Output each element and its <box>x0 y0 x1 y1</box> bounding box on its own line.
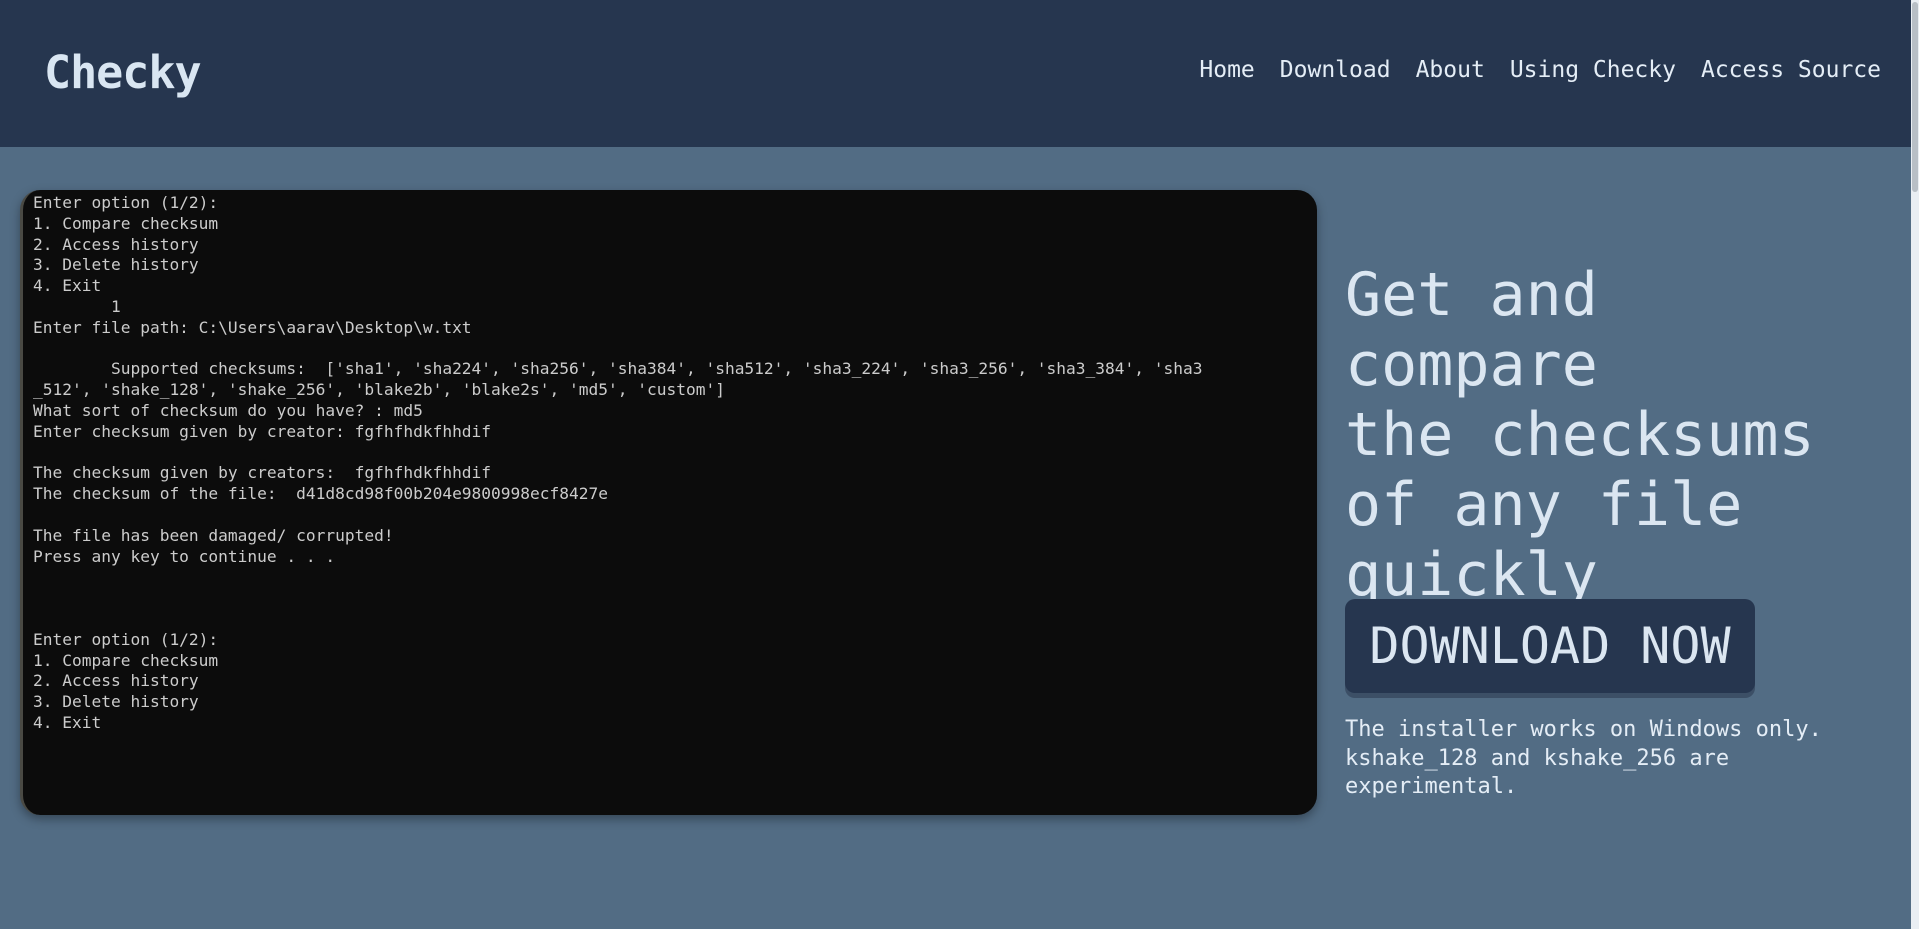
terminal-line: Supported checksums: ['sha1', 'sha224', … <box>33 359 1203 379</box>
terminal-line: The checksum of the file: d41d8cd98f00b2… <box>33 484 608 504</box>
note-line: The installer works on Windows only. <box>1345 717 1822 742</box>
terminal-line: The checksum given by creators: fgfhfhdk… <box>33 463 492 483</box>
terminal-line: 1. Compare checksum <box>33 213 219 233</box>
terminal-line: 3. Delete history <box>33 255 199 275</box>
terminal-line: Enter option (1/2): <box>33 193 219 212</box>
nav-about[interactable]: About <box>1416 57 1485 83</box>
main-nav: Home Download About Using Checky Access … <box>1174 57 1881 83</box>
terminal-line: 2. Access history <box>33 234 199 254</box>
terminal-line: 1. Compare checksum <box>33 650 219 670</box>
terminal-line: 1 <box>33 296 121 316</box>
nav-download[interactable]: Download <box>1280 57 1391 83</box>
nav-access-source[interactable]: Access Source <box>1701 57 1881 83</box>
terminal-line: _512', 'shake_128', 'shake_256', 'blake2… <box>33 380 725 400</box>
page-scrollbar[interactable] <box>1911 0 1919 929</box>
download-now-button[interactable]: DOWNLOAD NOW <box>1345 599 1755 693</box>
terminal-line: 2. Access history <box>33 671 199 691</box>
nav-home[interactable]: Home <box>1199 57 1254 83</box>
terminal-line: What sort of checksum do you have? : md5 <box>33 400 423 420</box>
terminal-line: Enter checksum given by creator: fgfhfhd… <box>33 421 492 441</box>
terminal-line: Press any key to continue . . . <box>33 546 336 566</box>
hero-heading: Get and compare the checksums of any fil… <box>1345 260 1885 610</box>
hero-line: Get and compare <box>1345 260 1598 400</box>
hero-line: the checksums <box>1345 400 1815 470</box>
terminal-line: 3. Delete history <box>33 692 199 712</box>
brand-logo[interactable]: Checky <box>44 46 202 99</box>
terminal-line: 4. Exit <box>33 276 102 296</box>
nav-using-checky[interactable]: Using Checky <box>1510 57 1676 83</box>
note-line: experimental. <box>1345 774 1518 799</box>
terminal-line: Enter option (1/2): <box>33 629 219 649</box>
scrollbar-thumb[interactable] <box>1912 2 1918 192</box>
site-header: Checky Home Download About Using Checky … <box>0 0 1919 147</box>
hero-line: of any file <box>1345 470 1743 540</box>
terminal-line: The file has been damaged/ corrupted! <box>33 525 394 545</box>
terminal-screenshot: Enter option (1/2): 1. Compare checksum … <box>20 190 1317 815</box>
download-note: The installer works on Windows only. ksh… <box>1345 716 1885 802</box>
terminal-line: Enter file path: C:\Users\aarav\Desktop\… <box>33 317 472 337</box>
note-line: kshake_128 and kshake_256 are <box>1345 745 1730 771</box>
terminal-output: Enter option (1/2): 1. Compare checksum … <box>33 193 1307 734</box>
terminal-line: 4. Exit <box>33 712 102 732</box>
